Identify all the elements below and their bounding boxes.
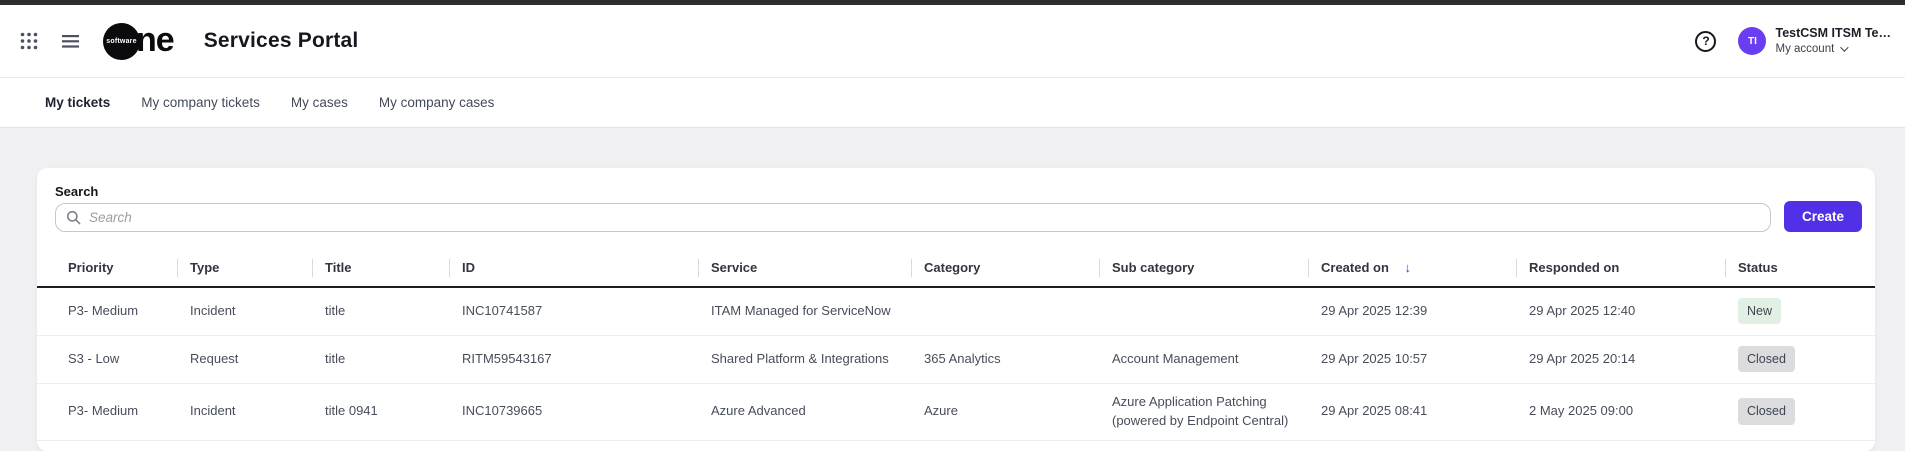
cell-priority: S3 - Low xyxy=(37,335,177,383)
cell-sub-category xyxy=(1099,287,1308,335)
cell-type: Incident xyxy=(177,383,312,440)
column-header-title[interactable]: Title xyxy=(312,249,449,287)
table-row[interactable]: S3 - Low Request title RITM59543167 Shar… xyxy=(37,335,1875,383)
header-right: ? TI TestCSM ITSM Te… My account xyxy=(1695,26,1891,56)
menu-icon[interactable] xyxy=(62,35,79,48)
cell-created-on: 29 Apr 2025 10:57 xyxy=(1308,335,1516,383)
cell-responded-on: 29 Apr 2025 12:40 xyxy=(1516,287,1725,335)
column-header-responded-on[interactable]: Responded on xyxy=(1516,249,1725,287)
cell-priority: P3- Medium xyxy=(37,383,177,440)
tab-my-company-tickets[interactable]: My company tickets xyxy=(141,95,260,110)
logo-circle: software xyxy=(103,23,140,60)
tickets-card: Search Create Priority Type Title ID S xyxy=(37,168,1875,451)
search-icon xyxy=(66,210,81,225)
page-title: Services Portal xyxy=(204,29,359,53)
column-header-created-on[interactable]: Created on ↓ xyxy=(1308,249,1516,287)
cell-status: New xyxy=(1725,287,1875,335)
search-input[interactable] xyxy=(89,210,1760,225)
column-header-sub-category[interactable]: Sub category xyxy=(1099,249,1308,287)
cell-title: title xyxy=(312,287,449,335)
sort-desc-icon[interactable]: ↓ xyxy=(1405,260,1412,275)
cell-created-on: 29 Apr 2025 12:39 xyxy=(1308,287,1516,335)
search-box xyxy=(55,203,1771,232)
tab-my-tickets[interactable]: My tickets xyxy=(45,95,110,110)
status-badge: Closed xyxy=(1738,346,1795,372)
table-row[interactable]: P3- Medium Incident title 0941 INC107396… xyxy=(37,383,1875,440)
help-glyph: ? xyxy=(1702,34,1709,48)
cell-id: INC10741587 xyxy=(449,287,698,335)
cell-created-on: 29 Apr 2025 08:41 xyxy=(1308,383,1516,440)
cell-id: RITM59543167 xyxy=(449,335,698,383)
my-account-menu[interactable]: My account xyxy=(1775,42,1891,56)
status-badge: New xyxy=(1738,298,1781,324)
tickets-table: Priority Type Title ID Service Category … xyxy=(37,249,1875,441)
cell-responded-on: 29 Apr 2025 20:14 xyxy=(1516,335,1725,383)
column-header-id[interactable]: ID xyxy=(449,249,698,287)
logo-suffix: ne xyxy=(136,23,174,60)
cell-title: title xyxy=(312,335,449,383)
status-badge: Closed xyxy=(1738,398,1795,424)
table-header-row: Priority Type Title ID Service Category … xyxy=(37,249,1875,287)
cell-title: title 0941 xyxy=(312,383,449,440)
softwareone-logo[interactable]: software ne xyxy=(103,23,174,60)
tab-my-cases[interactable]: My cases xyxy=(291,95,348,110)
column-header-created-on-label: Created on xyxy=(1321,260,1389,275)
app-header: software ne Services Portal ? TI TestCSM… xyxy=(0,5,1905,77)
card-toolbar: Search Create xyxy=(37,184,1875,232)
cell-category xyxy=(911,287,1099,335)
help-icon[interactable]: ? xyxy=(1695,31,1716,52)
search-area: Search xyxy=(55,184,1771,232)
column-header-priority[interactable]: Priority xyxy=(37,249,177,287)
cell-type: Incident xyxy=(177,287,312,335)
cell-service: Shared Platform & Integrations xyxy=(698,335,911,383)
app-launcher-icon[interactable] xyxy=(20,32,38,50)
cell-category: Azure xyxy=(911,383,1099,440)
user-block: TestCSM ITSM Te… My account xyxy=(1775,26,1891,56)
cell-category: 365 Analytics xyxy=(911,335,1099,383)
avatar[interactable]: TI xyxy=(1738,27,1766,55)
cell-responded-on: 2 May 2025 09:00 xyxy=(1516,383,1725,440)
column-header-service[interactable]: Service xyxy=(698,249,911,287)
tab-bar: My tickets My company tickets My cases M… xyxy=(0,77,1905,128)
column-header-status[interactable]: Status xyxy=(1725,249,1875,287)
tab-my-company-cases[interactable]: My company cases xyxy=(379,95,495,110)
column-header-category[interactable]: Category xyxy=(911,249,1099,287)
my-account-label: My account xyxy=(1775,42,1834,56)
cell-status: Closed xyxy=(1725,335,1875,383)
search-label: Search xyxy=(55,184,1771,199)
cell-service: Azure Advanced xyxy=(698,383,911,440)
cell-priority: P3- Medium xyxy=(37,287,177,335)
cell-service: ITAM Managed for ServiceNow xyxy=(698,287,911,335)
cell-sub-category: Account Management xyxy=(1099,335,1308,383)
column-header-type[interactable]: Type xyxy=(177,249,312,287)
user-name: TestCSM ITSM Te… xyxy=(1775,26,1891,42)
chevron-down-icon xyxy=(1840,43,1848,51)
cell-status: Closed xyxy=(1725,383,1875,440)
cell-id: INC10739665 xyxy=(449,383,698,440)
cell-type: Request xyxy=(177,335,312,383)
cell-sub-category: Azure Application Patching (powered by E… xyxy=(1099,383,1308,440)
create-button[interactable]: Create xyxy=(1784,201,1862,232)
table-row[interactable]: P3- Medium Incident title INC10741587 IT… xyxy=(37,287,1875,335)
